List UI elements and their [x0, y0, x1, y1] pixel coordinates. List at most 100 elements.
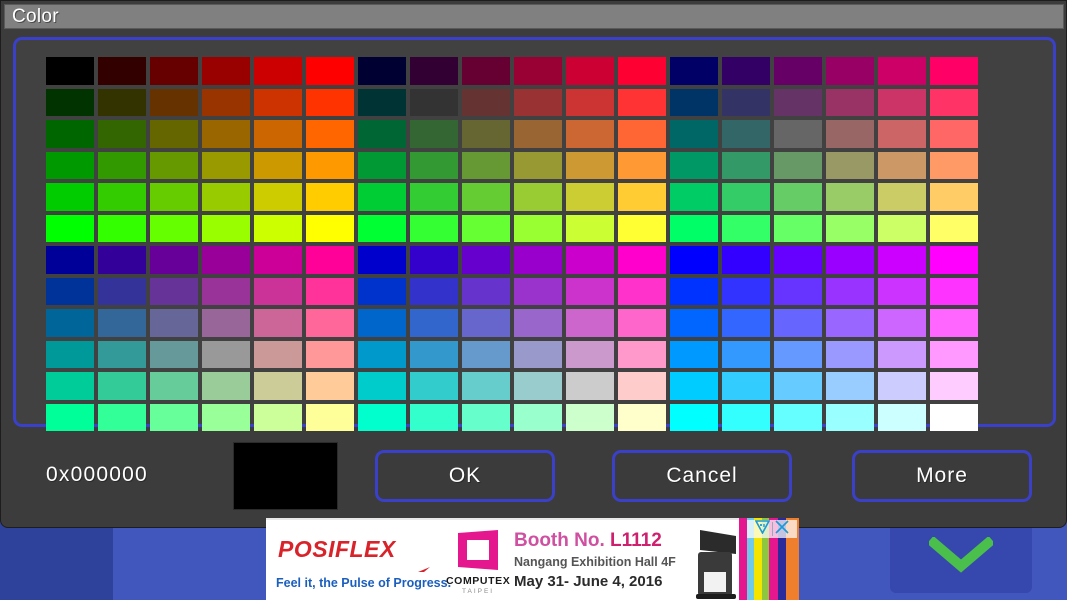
color-swatch[interactable] — [254, 403, 302, 431]
color-swatch[interactable] — [722, 340, 770, 368]
color-swatch[interactable] — [202, 120, 250, 148]
color-swatch[interactable] — [618, 183, 666, 211]
color-swatch[interactable] — [826, 340, 874, 368]
color-swatch[interactable] — [306, 309, 354, 337]
color-swatch[interactable] — [826, 183, 874, 211]
color-swatch[interactable] — [98, 340, 146, 368]
color-swatch[interactable] — [826, 214, 874, 242]
color-swatch[interactable] — [462, 309, 510, 337]
color-swatch[interactable] — [722, 246, 770, 274]
color-swatch[interactable] — [514, 277, 562, 305]
color-swatch[interactable] — [462, 277, 510, 305]
color-swatch[interactable] — [670, 88, 718, 116]
color-swatch[interactable] — [46, 309, 94, 337]
color-swatch[interactable] — [462, 372, 510, 400]
color-swatch[interactable] — [566, 151, 614, 179]
color-swatch[interactable] — [878, 372, 926, 400]
color-swatch[interactable] — [722, 309, 770, 337]
cancel-button[interactable]: Cancel — [612, 450, 792, 502]
color-swatch[interactable] — [514, 183, 562, 211]
color-swatch[interactable] — [930, 88, 978, 116]
color-swatch[interactable] — [566, 309, 614, 337]
color-swatch[interactable] — [878, 246, 926, 274]
color-swatch[interactable] — [774, 214, 822, 242]
color-swatch[interactable] — [618, 340, 666, 368]
color-swatch[interactable] — [618, 403, 666, 431]
color-swatch[interactable] — [306, 88, 354, 116]
color-swatch[interactable] — [826, 151, 874, 179]
color-swatch[interactable] — [826, 403, 874, 431]
color-swatch[interactable] — [878, 309, 926, 337]
color-swatch[interactable] — [774, 403, 822, 431]
color-swatch[interactable] — [150, 246, 198, 274]
color-swatch[interactable] — [358, 246, 406, 274]
color-swatch[interactable] — [98, 214, 146, 242]
color-swatch[interactable] — [410, 120, 458, 148]
color-swatch[interactable] — [98, 183, 146, 211]
color-swatch[interactable] — [46, 57, 94, 85]
color-swatch[interactable] — [202, 183, 250, 211]
color-swatch[interactable] — [878, 214, 926, 242]
color-swatch[interactable] — [566, 277, 614, 305]
color-swatch[interactable] — [150, 183, 198, 211]
color-swatch[interactable] — [306, 340, 354, 368]
color-swatch[interactable] — [462, 120, 510, 148]
color-swatch[interactable] — [722, 183, 770, 211]
color-swatch[interactable] — [410, 277, 458, 305]
color-swatch[interactable] — [514, 88, 562, 116]
color-swatch[interactable] — [410, 151, 458, 179]
color-swatch[interactable] — [202, 57, 250, 85]
color-swatch[interactable] — [202, 340, 250, 368]
ok-button[interactable]: OK — [375, 450, 555, 502]
color-swatch[interactable] — [254, 120, 302, 148]
color-swatch[interactable] — [202, 214, 250, 242]
color-swatch[interactable] — [462, 340, 510, 368]
color-swatch[interactable] — [930, 403, 978, 431]
color-swatch[interactable] — [358, 214, 406, 242]
color-swatch[interactable] — [410, 57, 458, 85]
color-swatch[interactable] — [670, 120, 718, 148]
color-swatch[interactable] — [670, 340, 718, 368]
more-button[interactable]: More — [852, 450, 1032, 502]
color-swatch[interactable] — [358, 403, 406, 431]
color-swatch[interactable] — [462, 57, 510, 85]
color-swatch[interactable] — [514, 309, 562, 337]
color-swatch[interactable] — [930, 57, 978, 85]
color-swatch[interactable] — [46, 340, 94, 368]
color-swatch[interactable] — [254, 183, 302, 211]
color-swatch[interactable] — [826, 277, 874, 305]
color-swatch[interactable] — [774, 309, 822, 337]
color-swatch[interactable] — [254, 309, 302, 337]
color-swatch[interactable] — [46, 277, 94, 305]
color-swatch[interactable] — [774, 120, 822, 148]
color-swatch[interactable] — [618, 120, 666, 148]
color-swatch[interactable] — [46, 214, 94, 242]
color-swatch[interactable] — [254, 214, 302, 242]
color-swatch[interactable] — [566, 403, 614, 431]
color-swatch[interactable] — [358, 309, 406, 337]
color-swatch[interactable] — [150, 372, 198, 400]
color-swatch[interactable] — [254, 372, 302, 400]
play-icon[interactable] — [754, 519, 771, 539]
color-swatch[interactable] — [514, 120, 562, 148]
color-swatch[interactable] — [930, 340, 978, 368]
color-swatch[interactable] — [566, 183, 614, 211]
color-swatch[interactable] — [878, 403, 926, 431]
color-swatch[interactable] — [150, 151, 198, 179]
color-swatch[interactable] — [878, 340, 926, 368]
color-swatch[interactable] — [150, 214, 198, 242]
color-swatch[interactable] — [774, 246, 822, 274]
color-swatch[interactable] — [878, 277, 926, 305]
color-swatch[interactable] — [514, 57, 562, 85]
color-swatch[interactable] — [410, 309, 458, 337]
color-swatch[interactable] — [254, 151, 302, 179]
color-swatch[interactable] — [462, 151, 510, 179]
color-swatch[interactable] — [566, 246, 614, 274]
color-swatch[interactable] — [826, 309, 874, 337]
color-swatch[interactable] — [566, 372, 614, 400]
color-swatch[interactable] — [410, 246, 458, 274]
color-swatch[interactable] — [826, 57, 874, 85]
color-swatch[interactable] — [618, 151, 666, 179]
color-swatch[interactable] — [98, 246, 146, 274]
color-swatch[interactable] — [98, 88, 146, 116]
